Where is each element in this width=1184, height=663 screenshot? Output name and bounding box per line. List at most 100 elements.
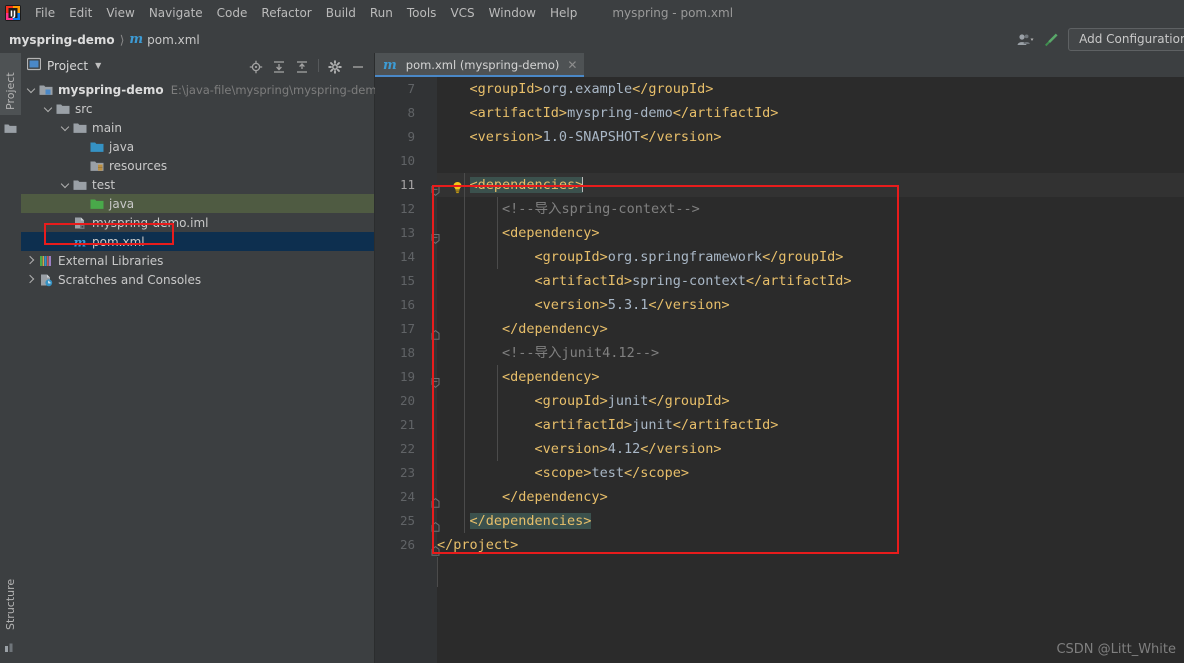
- editor-tab-bar: m pom.xml (myspring-demo) ✕: [375, 53, 1184, 77]
- project-panel-toolbar: [249, 59, 370, 74]
- menu-item-refactor[interactable]: Refactor: [254, 4, 318, 22]
- chevron-right-icon[interactable]: [27, 256, 36, 265]
- menu-item-help[interactable]: Help: [543, 4, 584, 22]
- menu-item-vcs[interactable]: VCS: [443, 4, 481, 22]
- tool-tab-project[interactable]: Project: [0, 53, 21, 115]
- hide-panel-icon[interactable]: [351, 59, 365, 73]
- code-token-val: junit: [632, 417, 673, 433]
- menu-item-tools[interactable]: Tools: [400, 4, 444, 22]
- code-line-text: <scope>test</scope>: [437, 461, 689, 485]
- folder-icon: [56, 102, 70, 116]
- tree-node-label: test: [92, 177, 116, 192]
- tree-row[interactable]: test: [21, 175, 374, 194]
- settings-gear-icon[interactable]: [328, 59, 342, 74]
- tool-tab-structure[interactable]: Structure: [0, 563, 21, 635]
- menu-item-file[interactable]: File: [28, 4, 62, 22]
- tree-row[interactable]: Scratches and Consoles: [21, 270, 374, 289]
- chevron-down-icon[interactable]: [44, 104, 53, 113]
- code-token-tag: </artifactId>: [745, 273, 852, 289]
- code-token-tag: </artifactId>: [672, 105, 779, 121]
- tree-row[interactable]: java: [21, 194, 374, 213]
- menu-item-code[interactable]: Code: [210, 4, 255, 22]
- code-token-tag: </groupId>: [632, 81, 714, 97]
- code-token-tag: </groupId>: [762, 249, 844, 265]
- menu-item-edit[interactable]: Edit: [62, 4, 99, 22]
- window-title: myspring - pom.xml: [612, 6, 734, 20]
- line-number: 15: [399, 273, 415, 288]
- code-line: 24 </dependency>: [375, 485, 1184, 509]
- editor-tab-label: pom.xml (myspring-demo): [405, 58, 560, 72]
- menu-item-window[interactable]: Window: [482, 4, 543, 22]
- line-number: 23: [399, 465, 415, 480]
- code-token-tag: </artifactId>: [672, 417, 779, 433]
- scratches-icon: [39, 273, 53, 287]
- test-source-root-icon: [90, 197, 104, 211]
- line-number: 12: [399, 201, 415, 216]
- code-line-text: </dependency>: [437, 317, 608, 341]
- tree-row[interactable]: src: [21, 99, 374, 118]
- matched-tag-highlight: <dependencies>: [469, 177, 584, 193]
- code-line-text: <version>5.3.1</version>: [437, 293, 730, 317]
- tree-node-label: main: [92, 120, 122, 135]
- tool-tab-favorites[interactable]: es: [0, 659, 21, 663]
- navbar-right-controls: Add Configuration...: [1017, 28, 1184, 51]
- code-token-tag: </scope>: [623, 465, 689, 481]
- chevron-down-icon[interactable]: ▼: [95, 61, 101, 70]
- expand-all-icon[interactable]: [272, 59, 286, 73]
- tool-tab-folder-icon[interactable]: [4, 119, 17, 133]
- menu-item-navigate[interactable]: Navigate: [142, 4, 210, 22]
- close-x-icon[interactable]: ✕: [567, 58, 577, 72]
- tool-tab-structure-label: Structure: [4, 578, 17, 630]
- code-token-val: myspring-demo: [567, 105, 673, 121]
- code-token-tag: <groupId>: [469, 81, 543, 97]
- code-token-val: org.springframework: [607, 249, 763, 265]
- code-line: 18 <!--导入junit4.12-->: [375, 341, 1184, 365]
- code-line-text: <!--导入junit4.12-->: [437, 341, 659, 365]
- menu-item-view[interactable]: View: [99, 4, 141, 22]
- code-token-tag: <dependencies>: [469, 177, 584, 193]
- code-token-tag: <version>: [534, 297, 608, 313]
- line-number: 16: [399, 297, 415, 312]
- breadcrumb-project[interactable]: myspring-demo: [9, 33, 115, 47]
- code-token-tag: </dependency>: [502, 489, 608, 505]
- line-number: 11: [399, 177, 415, 192]
- svg-text:m: m: [74, 235, 87, 249]
- code-line-text: <artifactId>junit</artifactId>: [437, 413, 779, 437]
- code-line-text: </project>: [437, 533, 518, 557]
- tree-node-label: src: [75, 101, 93, 116]
- code-line-text: <version>4.12</version>: [437, 437, 722, 461]
- code-token-tag: </dependency>: [502, 321, 608, 337]
- line-number: 10: [399, 153, 415, 168]
- hammer-build-icon[interactable]: [1042, 31, 1060, 49]
- locate-file-icon[interactable]: [249, 59, 263, 73]
- chevron-right-icon[interactable]: [27, 275, 36, 284]
- line-number: 24: [399, 489, 415, 504]
- toolbar-separator: [318, 59, 319, 72]
- code-token-val: 1.0-SNAPSHOT: [542, 129, 641, 145]
- add-configuration-button[interactable]: Add Configuration...: [1068, 28, 1184, 51]
- tree-row[interactable]: External Libraries: [21, 251, 374, 270]
- code-line: 26 </project>: [375, 533, 1184, 557]
- tree-row[interactable]: myspring-demo.iml: [21, 213, 374, 232]
- tree-row[interactable]: myspring-demo E:\java-file\myspring\myspr…: [21, 80, 384, 99]
- tree-row[interactable]: main: [21, 118, 374, 137]
- menu-bar: IJ File Edit View Navigate Code Refactor…: [0, 0, 1184, 27]
- menu-item-run[interactable]: Run: [363, 4, 400, 22]
- user-dropdown-icon[interactable]: [1017, 33, 1034, 47]
- indent-guide: [497, 365, 498, 461]
- menu-item-build[interactable]: Build: [319, 4, 363, 22]
- tree-row[interactable]: resources: [21, 156, 374, 175]
- breadcrumb-separator-icon: ⟩: [119, 32, 125, 47]
- chevron-down-icon[interactable]: [61, 180, 70, 189]
- code-line-text: <dependency>: [437, 365, 600, 389]
- tree-row[interactable]: m pom.xml: [21, 232, 374, 251]
- chevron-down-icon[interactable]: [27, 85, 36, 94]
- collapse-all-icon[interactable]: [295, 59, 309, 73]
- tree-row[interactable]: java: [21, 137, 374, 156]
- code-line: 8 <artifactId>myspring-demo</artifactId>: [375, 101, 1184, 125]
- breadcrumb-file[interactable]: m pom.xml: [129, 32, 199, 47]
- editor-tab-pom-xml[interactable]: m pom.xml (myspring-demo) ✕: [375, 53, 585, 77]
- code-editor[interactable]: 7 <groupId>org.example</groupId> 8 <artif…: [375, 77, 1184, 663]
- code-token-tag: <dependency>: [502, 225, 600, 241]
- chevron-down-icon[interactable]: [61, 123, 70, 132]
